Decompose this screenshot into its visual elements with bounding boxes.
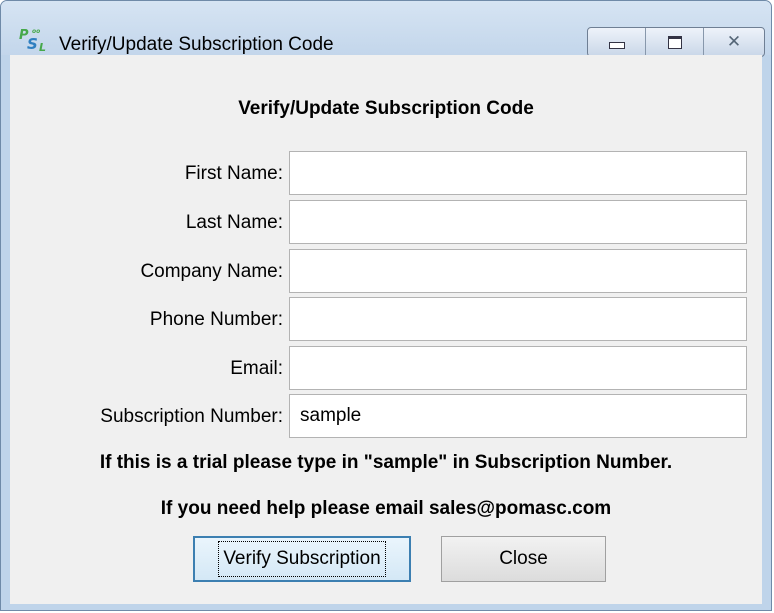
- logo-letter-l: L: [39, 41, 47, 54]
- logo-tiny-text: oo: [32, 28, 41, 35]
- last-name-field[interactable]: [289, 200, 747, 244]
- last-name-label: Last Name:: [185, 212, 283, 233]
- maximize-icon: [667, 35, 682, 49]
- phone-number-field[interactable]: [289, 297, 747, 341]
- close-button-label: Close: [499, 548, 548, 569]
- last-name-row: Last Name:: [10, 200, 762, 244]
- subscription-number-row: Subscription Number:: [10, 394, 762, 438]
- verify-subscription-button[interactable]: Verify Subscription: [193, 536, 411, 582]
- caption-buttons: ✕: [587, 27, 765, 57]
- company-name-row: Company Name:: [10, 249, 762, 293]
- dialog-body: Verify/Update Subscription Code First Na…: [10, 55, 762, 604]
- logo-letter-s: S: [27, 35, 38, 53]
- email-field[interactable]: [289, 346, 747, 390]
- company-name-label: Company Name:: [140, 261, 283, 282]
- subscription-number-field[interactable]: [289, 394, 747, 438]
- dialog-window: P oo S L Verify/Update Subscription Code…: [0, 0, 772, 611]
- trial-note: If this is a trial please type in "sampl…: [99, 452, 673, 473]
- pomasc-psl-logo-icon: P oo S L: [19, 28, 53, 54]
- email-label: Email:: [230, 358, 283, 379]
- first-name-field[interactable]: [289, 151, 747, 195]
- title-bar[interactable]: P oo S L Verify/Update Subscription Code…: [1, 1, 771, 57]
- maximize-button[interactable]: [646, 28, 704, 56]
- minimize-icon: [608, 41, 625, 49]
- close-icon: ✕: [726, 32, 742, 52]
- first-name-label: First Name:: [184, 163, 283, 184]
- close-button[interactable]: Close: [441, 536, 606, 582]
- help-note: If you need help please email sales@poma…: [160, 498, 612, 519]
- verify-subscription-label: Verify Subscription: [218, 541, 386, 577]
- email-row: Email:: [10, 346, 762, 390]
- phone-number-label: Phone Number:: [149, 309, 283, 330]
- company-name-field[interactable]: [289, 249, 747, 293]
- phone-number-row: Phone Number:: [10, 297, 762, 341]
- subscription-number-label: Subscription Number:: [100, 406, 283, 427]
- dialog-heading: Verify/Update Subscription Code: [238, 98, 534, 119]
- first-name-row: First Name:: [10, 151, 762, 195]
- close-window-button[interactable]: ✕: [704, 28, 764, 56]
- minimize-button[interactable]: [588, 28, 646, 56]
- window-title: Verify/Update Subscription Code: [59, 34, 334, 55]
